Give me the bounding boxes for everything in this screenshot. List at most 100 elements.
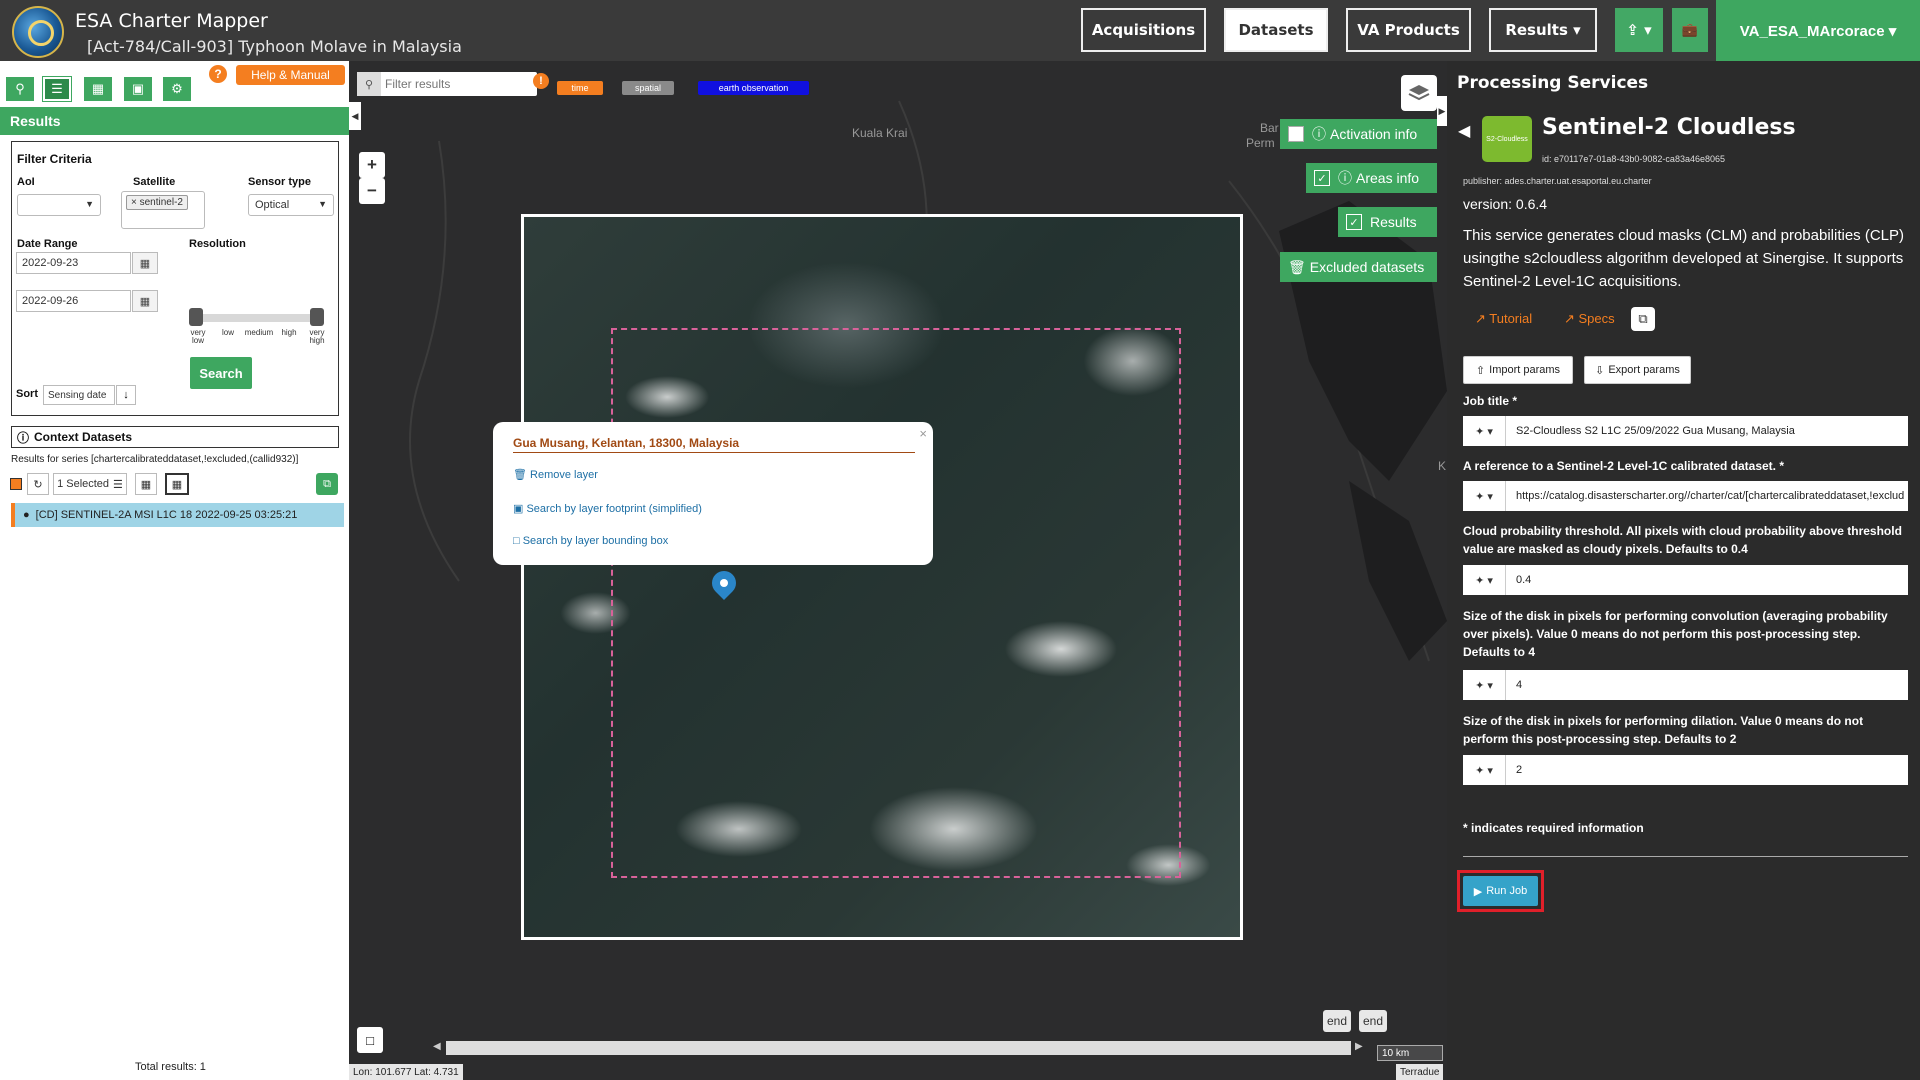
- map-view[interactable]: ◀ ⚲ ! time spatial earth observation + −…: [349, 61, 1447, 1080]
- remove-from-basket-button[interactable]: ▦: [165, 473, 189, 495]
- tab-settings[interactable]: ⚙: [163, 77, 191, 101]
- sort-direction-button[interactable]: ↓: [116, 385, 136, 405]
- selected-menu-button[interactable]: 1 Selected ☰: [53, 473, 127, 495]
- info-icon: ⓘ: [1338, 170, 1352, 186]
- job-title-field[interactable]: ✦ ▾ S2-Cloudless S2 L1C 25/09/2022 Gua M…: [1463, 416, 1908, 446]
- collapse-left-panel-button[interactable]: ◀: [349, 102, 361, 130]
- convolution-size-label: Size of the disk in pixels for performin…: [1463, 609, 1888, 659]
- resolution-min-handle[interactable]: [189, 308, 203, 326]
- close-icon[interactable]: ×: [919, 426, 927, 441]
- excluded-datasets-toggle[interactable]: 🗑 Excluded datasets: [1280, 252, 1437, 282]
- back-arrow-icon[interactable]: ◀: [1458, 121, 1470, 141]
- sensor-type-select[interactable]: Optical ▼: [248, 194, 334, 216]
- satellite-select[interactable]: × sentinel-2: [121, 191, 205, 229]
- basket-remove-icon: ▦: [171, 478, 183, 491]
- cloud-threshold-value[interactable]: 0.4: [1516, 565, 1906, 595]
- zoom-out-button[interactable]: −: [359, 178, 385, 204]
- chevron-down-icon: ▼: [85, 199, 94, 209]
- layers-button[interactable]: [1401, 75, 1437, 111]
- sort-select[interactable]: Sensing date: [43, 385, 115, 405]
- tab-results[interactable]: ☰: [42, 76, 72, 102]
- refresh-button[interactable]: ↻: [27, 473, 49, 495]
- magic-wand-icon[interactable]: ✦ ▾: [1463, 670, 1506, 700]
- timeline-left-arrow[interactable]: ◀: [433, 1041, 441, 1052]
- resolution-level-label: very low: [190, 328, 206, 345]
- convolution-size-field[interactable]: ✦ ▾ 4: [1463, 670, 1908, 700]
- check-icon: ✓: [1314, 170, 1330, 186]
- info-alert-icon[interactable]: !: [533, 73, 549, 89]
- external-link-icon: ↗: [1475, 311, 1490, 326]
- search-button[interactable]: Search: [190, 357, 252, 389]
- import-params-label: Import params: [1489, 364, 1561, 376]
- dataset-reference-field[interactable]: ✦ ▾ https://catalog.disasterscharter.org…: [1463, 481, 1908, 511]
- timeline-end-button[interactable]: end: [1323, 1010, 1351, 1032]
- date-range-label: Date Range: [17, 238, 78, 250]
- add-to-basket-button[interactable]: ▦: [135, 473, 157, 495]
- search-by-footprint-link[interactable]: ▣ Search by layer footprint (simplified): [513, 502, 702, 515]
- tutorial-link[interactable]: ↗ Tutorial: [1475, 311, 1532, 327]
- areas-info-toggle[interactable]: ✓ ⓘ Areas info: [1306, 163, 1437, 193]
- map-attribution: Terradue: [1396, 1064, 1444, 1080]
- collapse-right-panel-button[interactable]: ▶: [1437, 96, 1447, 126]
- acquisitions-button[interactable]: Acquisitions: [1081, 8, 1206, 52]
- resolution-slider[interactable]: [190, 314, 323, 322]
- aoi-select[interactable]: ▼: [17, 194, 101, 216]
- briefcase-button[interactable]: 💼: [1672, 8, 1708, 52]
- va-products-button[interactable]: VA Products: [1346, 8, 1471, 52]
- help-manual-button[interactable]: Help & Manual: [236, 65, 345, 85]
- results-menu-button[interactable]: Results ▾: [1489, 8, 1597, 52]
- chip-earth-observation[interactable]: earth observation: [698, 81, 809, 95]
- run-job-button[interactable]: ▶ Run Job: [1463, 876, 1538, 906]
- dataset-reference-value[interactable]: https://catalog.disasterscharter.org//ch…: [1516, 481, 1906, 511]
- results-toggle[interactable]: ✓ Results: [1338, 207, 1437, 237]
- timeline-bar[interactable]: [446, 1041, 1351, 1055]
- left-panel: ⚲ ☰ ▦ ▣ ⚙ ? Help & Manual Results Filter…: [0, 61, 349, 1080]
- specs-link[interactable]: ↗ Specs: [1564, 311, 1615, 327]
- result-list-item[interactable]: ● [CD] SENTINEL-2A MSI L1C 18 2022-09-25…: [11, 503, 344, 527]
- chip-spatial[interactable]: spatial: [622, 81, 674, 95]
- tab-search[interactable]: ⚲: [6, 77, 34, 101]
- export-params-button[interactable]: ⇩ Export params: [1584, 356, 1691, 384]
- filter-results-input[interactable]: [385, 74, 505, 94]
- required-note: * indicates required information: [1463, 821, 1644, 835]
- dilation-size-field[interactable]: ✦ ▾ 2: [1463, 755, 1908, 785]
- import-params-button[interactable]: ⇧ Import params: [1463, 356, 1573, 384]
- share-results-button[interactable]: ⧉: [316, 473, 338, 495]
- map-filter-box[interactable]: ⚲: [357, 72, 537, 96]
- tab-basket[interactable]: ▦: [84, 77, 112, 101]
- dilation-size-value[interactable]: 2: [1516, 755, 1906, 785]
- magic-wand-icon[interactable]: ✦ ▾: [1463, 755, 1506, 785]
- tab-archive[interactable]: ▣: [124, 77, 152, 101]
- date-to-calendar-button[interactable]: ▦: [132, 290, 158, 312]
- magic-wand-icon[interactable]: ✦ ▾: [1463, 565, 1506, 595]
- convolution-size-value[interactable]: 4: [1516, 670, 1906, 700]
- areas-info-label: Areas info: [1356, 170, 1420, 186]
- date-from-calendar-button[interactable]: ▦: [132, 252, 158, 274]
- cloud-threshold-field[interactable]: ✦ ▾ 0.4: [1463, 565, 1908, 595]
- remove-layer-link[interactable]: 🗑 Remove layer: [513, 468, 598, 481]
- tutorial-label: Tutorial: [1489, 311, 1533, 326]
- activation-info-toggle[interactable]: ⓘ Activation info: [1280, 119, 1437, 149]
- draw-tool-button[interactable]: □: [357, 1027, 383, 1053]
- job-title-value[interactable]: S2-Cloudless S2 L1C 25/09/2022 Gua Musan…: [1516, 416, 1906, 446]
- datasets-button[interactable]: Datasets: [1224, 8, 1328, 52]
- magic-wand-icon[interactable]: ✦ ▾: [1463, 481, 1506, 511]
- resolution-level-label: very high: [309, 328, 325, 345]
- date-from-input[interactable]: 2022-09-23: [16, 252, 131, 274]
- timeline-end-button[interactable]: end: [1359, 1010, 1387, 1032]
- upload-menu-button[interactable]: ⇪ ▾: [1615, 8, 1663, 52]
- timeline-right-arrow[interactable]: ▶: [1355, 1041, 1363, 1052]
- date-to-input[interactable]: 2022-09-26: [16, 290, 131, 312]
- share-service-button[interactable]: ⧉: [1631, 307, 1655, 331]
- magic-wand-icon[interactable]: ✦ ▾: [1463, 416, 1506, 446]
- resolution-max-handle[interactable]: [310, 308, 324, 326]
- refresh-icon: ↻: [33, 478, 43, 491]
- zoom-in-button[interactable]: +: [359, 152, 385, 178]
- chip-time[interactable]: time: [557, 81, 603, 95]
- search-by-bbox-link[interactable]: □ Search by layer bounding box: [513, 535, 668, 547]
- select-all-checkbox[interactable]: [9, 473, 22, 495]
- satellite-tag[interactable]: × sentinel-2: [126, 195, 188, 210]
- help-question-icon[interactable]: ?: [209, 65, 227, 83]
- context-datasets-header[interactable]: ⓘ Context Datasets: [11, 426, 339, 448]
- user-menu-button[interactable]: VA_ESA_MArcorace ▾: [1716, 0, 1920, 61]
